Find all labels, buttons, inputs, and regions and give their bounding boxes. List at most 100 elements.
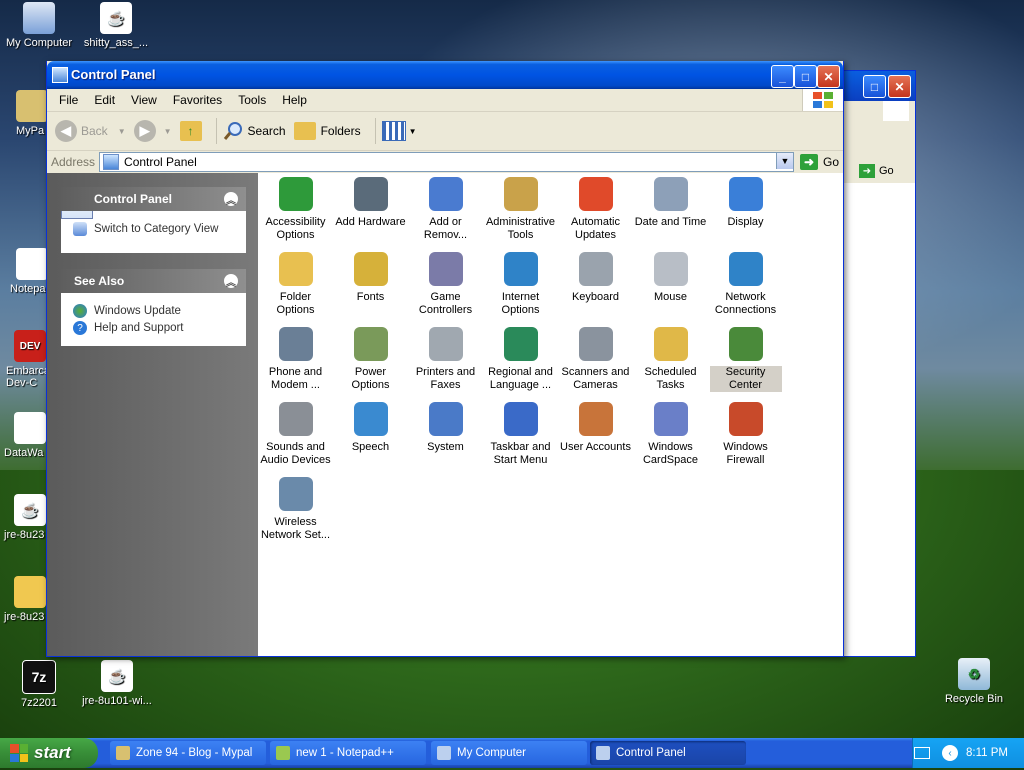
cp-item-wireless-network-set[interactable]: Wireless Network Set... [258, 477, 333, 552]
menu-favorites[interactable]: Favorites [165, 93, 230, 107]
cp-item-keyboard[interactable]: Keyboard [558, 252, 633, 327]
cp-item-regional-and-language[interactable]: Regional and Language ... [483, 327, 558, 402]
items-view: Accessibility Options Add Hardware Add or … [258, 173, 843, 656]
control-panel-section-header[interactable]: Control Panel ︽ [61, 187, 246, 211]
desktop-icon-label: DataWa [4, 447, 44, 459]
back-button[interactable]: ◀ Back ▼ [55, 120, 126, 142]
cp-item-taskbar-and-start-menu[interactable]: Taskbar and Start Menu [483, 402, 558, 477]
folders-button[interactable]: Folders [293, 122, 361, 140]
help-and-support-link[interactable]: ? Help and Support [73, 321, 236, 335]
cp-item-printers-and-faxes[interactable]: Printers and Faxes [408, 327, 483, 402]
bg-go-button[interactable]: ➜ Go [859, 164, 894, 178]
desktop-icon-shitty-ass[interactable]: ☕ shitty_ass_... [75, 2, 157, 49]
scanner-icon [578, 327, 613, 361]
chevron-down-icon[interactable]: ▼ [775, 153, 793, 169]
background-window-body [839, 183, 915, 656]
forward-button[interactable]: ▶ ▼ [133, 120, 172, 142]
control-panel-icon [596, 746, 610, 760]
maximize-button[interactable]: □ [794, 65, 817, 88]
desktop-icon-my-computer[interactable]: My Computer [0, 2, 80, 49]
desktop-icon-recycle-bin[interactable]: ♻ Recycle Bin [933, 658, 1015, 705]
desktop-icon-label: jre-8u23 [4, 611, 45, 623]
keyboard-icon[interactable] [914, 747, 931, 759]
cp-item-administrative-tools[interactable]: Administrative Tools [483, 177, 558, 252]
address-input[interactable]: Control Panel ▼ [99, 152, 794, 172]
switch-to-category-view-link[interactable]: Switch to Category View [73, 222, 236, 236]
windows-update-link[interactable]: Windows Update [73, 304, 236, 318]
control-panel-icon [103, 154, 120, 170]
cp-item-sounds-and-audio-devices[interactable]: Sounds and Audio Devices [258, 402, 333, 477]
go-button[interactable]: ➜ Go [799, 154, 839, 170]
cp-item-windows-cardspace[interactable]: Windows CardSpace [633, 402, 708, 477]
cp-item-game-controllers[interactable]: Game Controllers [408, 252, 483, 327]
up-folder-button[interactable]: ↑ [179, 121, 202, 141]
cp-item-label: Keyboard [571, 291, 620, 303]
background-window[interactable]: □ ✕ ➜ Go [838, 70, 916, 657]
cp-item-fonts[interactable]: Fonts [333, 252, 408, 327]
collapse-icon[interactable]: ︽ [224, 192, 238, 207]
minimize-button[interactable]: _ [771, 65, 794, 88]
cp-item-folder-options[interactable]: Folder Options [258, 252, 333, 327]
menu-bar: File Edit View Favorites Tools Help [47, 89, 843, 112]
task-mypal[interactable]: Zone 94 - Blog - Mypal [110, 741, 266, 765]
clock[interactable]: 8:11 PM [966, 747, 1008, 759]
cp-item-add-or-remov[interactable]: Add or Remov... [408, 177, 483, 252]
cp-item-system[interactable]: System [408, 402, 483, 477]
background-window-titlebar[interactable]: □ ✕ [839, 71, 915, 101]
menu-view[interactable]: View [123, 93, 165, 107]
toolbar: ◀ Back ▼ ▶ ▼ ↑ Search Folders ▼ [47, 112, 843, 151]
cp-item-accessibility-options[interactable]: Accessibility Options [258, 177, 333, 252]
menu-edit[interactable]: Edit [86, 93, 123, 107]
fonts-icon [353, 252, 388, 286]
cp-item-internet-options[interactable]: Internet Options [483, 252, 558, 327]
display-icon [728, 177, 763, 211]
cp-item-label: Game Controllers [418, 291, 473, 316]
cp-item-user-accounts[interactable]: User Accounts [558, 402, 633, 477]
bg-maximize-button[interactable]: □ [863, 75, 886, 98]
cp-item-scanners-and-cameras[interactable]: Scanners and Cameras [558, 327, 633, 402]
collapse-icon[interactable]: ︽ [224, 274, 238, 289]
cp-item-network-connections[interactable]: Network Connections [708, 252, 783, 327]
menu-tools[interactable]: Tools [230, 93, 274, 107]
cp-item-speech[interactable]: Speech [333, 402, 408, 477]
views-button[interactable]: ▼ [381, 121, 417, 141]
folders-icon [293, 122, 316, 140]
search-button[interactable]: Search [223, 121, 286, 141]
cp-item-automatic-updates[interactable]: Automatic Updates [558, 177, 633, 252]
control-panel-window[interactable]: Control Panel _ □ ✕ File Edit View Favor… [46, 61, 844, 657]
desktop-icon-label: My Computer [5, 37, 73, 49]
clock-icon [653, 177, 688, 211]
close-button[interactable]: ✕ [817, 65, 840, 88]
see-also-header[interactable]: See Also ︽ [61, 269, 246, 293]
cp-item-date-and-time[interactable]: Date and Time [633, 177, 708, 252]
menu-file[interactable]: File [51, 93, 86, 107]
tray-expand-icon[interactable]: ‹ [942, 745, 959, 761]
task-label: Control Panel [616, 747, 686, 759]
cp-item-add-hardware[interactable]: Add Hardware [333, 177, 408, 252]
cp-item-windows-firewall[interactable]: Windows Firewall [708, 402, 783, 477]
desktop-icon-jre-101[interactable]: ☕ jre-8u101-wi... [72, 660, 162, 707]
cp-item-display[interactable]: Display [708, 177, 783, 252]
views-icon [381, 121, 406, 141]
cp-item-power-options[interactable]: Power Options [333, 327, 408, 402]
cp-item-label: Automatic Updates [571, 216, 620, 241]
datawa-icon [14, 412, 46, 444]
bg-close-button[interactable]: ✕ [888, 75, 911, 98]
desktop-icon-embarcadero[interactable]: DEV Embarca Dev-C [0, 330, 50, 389]
start-button[interactable]: start [0, 738, 98, 768]
task-notepadpp[interactable]: new 1 - Notepad++ [270, 741, 426, 765]
desktop-icon-7z[interactable]: 7z 7z2201 [0, 660, 80, 709]
cp-item-label: Folder Options [276, 291, 315, 316]
title-bar[interactable]: Control Panel _ □ ✕ [47, 61, 843, 89]
menu-help[interactable]: Help [274, 93, 315, 107]
cp-item-phone-and-modem[interactable]: Phone and Modem ... [258, 327, 333, 402]
cp-item-label: Display [727, 216, 764, 228]
address-bar: Address Control Panel ▼ ➜ Go [47, 151, 843, 174]
cp-item-mouse[interactable]: Mouse [633, 252, 708, 327]
windows-flag-icon [10, 744, 28, 762]
printer-icon [428, 327, 463, 361]
task-my-computer[interactable]: My Computer [431, 741, 587, 765]
task-control-panel[interactable]: Control Panel [590, 741, 746, 765]
cp-item-security-center[interactable]: Security Center [708, 327, 783, 402]
cp-item-scheduled-tasks[interactable]: Scheduled Tasks [633, 327, 708, 402]
